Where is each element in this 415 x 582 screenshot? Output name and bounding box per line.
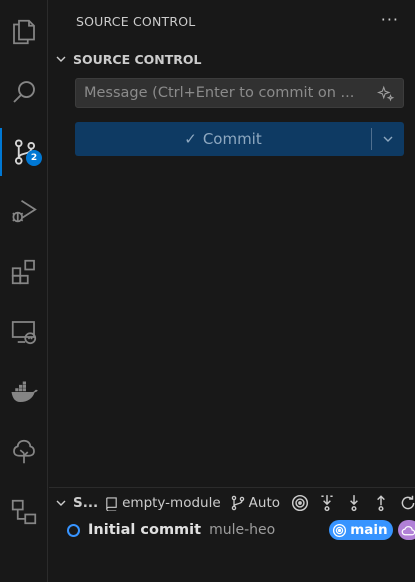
target-icon[interactable] [291,494,309,512]
cloud-icon [401,525,415,535]
section-divider [49,487,415,488]
remote-badge[interactable] [397,520,415,540]
commit-message-field[interactable] [75,78,404,108]
source-control-badge: 2 [26,150,42,166]
push-icon[interactable] [372,494,390,512]
explorer-icon[interactable] [0,8,48,56]
sidebar-title: SOURCE CONTROL [76,14,196,29]
repository-name: empty-module [122,495,221,511]
commit-button[interactable]: ✓ Commit [75,122,404,156]
chevron-down-icon [56,56,66,62]
graph-section-header[interactable]: S... empty-module Auto [55,491,415,515]
source-control-section-header[interactable]: SOURCE CONTROL [55,48,201,70]
run-debug-icon[interactable] [0,188,48,236]
commit-author: mule-heo [209,522,276,538]
docker-icon[interactable] [0,368,48,416]
branch-name: main [350,522,388,538]
target-icon [333,523,347,537]
git-branch-icon [231,495,244,511]
more-actions-icon[interactable]: ··· [381,10,399,29]
check-icon: ✓ [184,130,197,148]
fetch-icon[interactable] [318,494,336,512]
extensions-icon[interactable] [0,248,48,296]
search-icon[interactable] [0,68,48,116]
refresh-icon[interactable] [399,494,415,512]
source-control-sidebar: SOURCE CONTROL ··· SOURCE CONTROL ✓ Comm… [49,0,415,582]
chevron-down-icon [383,136,393,142]
section-title: SOURCE CONTROL [73,51,202,67]
commit-node-icon [67,523,80,537]
branch-mode-label: Auto [248,495,281,511]
commit-main-action[interactable]: ✓ Commit [75,122,371,156]
activity-bar: 2 [0,0,48,582]
repo-icon [106,496,117,511]
graph-section-title: S... [73,495,99,511]
sparkle-icon[interactable] [377,85,395,103]
pull-icon[interactable] [345,494,363,512]
commit-message: Initial commit [88,522,202,538]
chevron-down-icon [56,500,66,506]
commit-label: Commit [202,130,262,148]
source-control-icon[interactable]: 2 [0,128,48,176]
graph-commit-row[interactable]: Initial commit mule-heo main [67,518,415,542]
commit-message-input[interactable] [84,85,366,101]
remote-explorer-icon[interactable] [0,308,48,356]
branch-mode-selector[interactable]: Auto [230,495,280,511]
repository-selector[interactable]: empty-module [104,495,221,511]
commit-dropdown-button[interactable] [372,122,404,156]
branch-badge[interactable]: main [329,520,393,540]
tree-icon[interactable] [0,428,48,476]
diagram-icon[interactable] [0,488,48,536]
